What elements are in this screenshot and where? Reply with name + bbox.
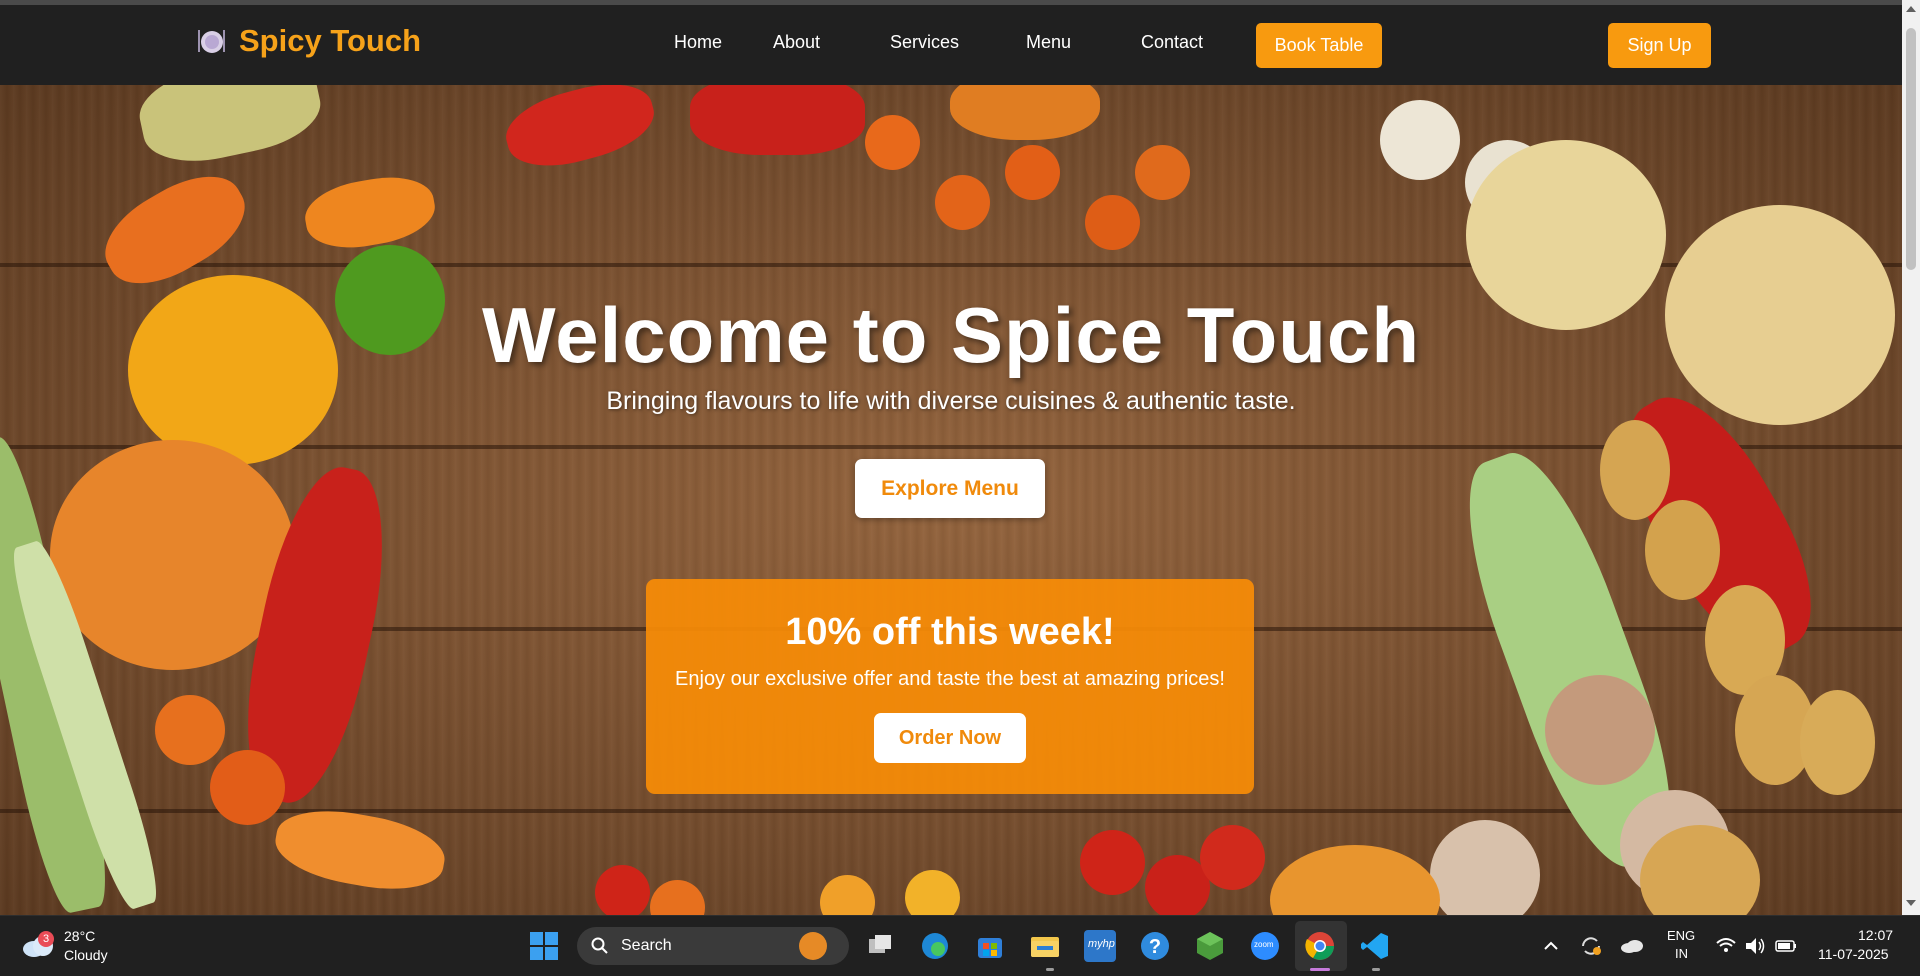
weather-condition: Cloudy — [64, 947, 108, 963]
offer-text: Enjoy our exclusive offer and taste the … — [675, 668, 1225, 690]
hero-title: Welcome to Spice Touch — [482, 291, 1420, 379]
chrome-icon[interactable] — [1304, 930, 1336, 962]
nav-about[interactable]: About — [773, 32, 820, 53]
battery-icon[interactable] — [1773, 930, 1799, 962]
weather-widget[interactable]: 3 28°C Cloudy — [22, 925, 122, 969]
help-icon[interactable]: ? — [1139, 930, 1171, 962]
windows-taskbar: 3 28°C Cloudy Search myhp ? zoom ENG IN … — [0, 915, 1920, 976]
book-table-button[interactable]: Book Table — [1256, 23, 1382, 68]
plate-icon — [195, 25, 227, 57]
language-region[interactable]: IN — [1675, 946, 1688, 961]
vscode-icon[interactable] — [1359, 930, 1391, 962]
nav-contact[interactable]: Contact — [1141, 32, 1203, 53]
sign-up-button[interactable]: Sign Up — [1608, 23, 1711, 68]
file-explorer-icon[interactable] — [1029, 930, 1061, 962]
language-code[interactable]: ENG — [1667, 928, 1695, 943]
explore-menu-button[interactable]: Explore Menu — [855, 459, 1045, 518]
show-hidden-icons-chevron-up-icon[interactable] — [1540, 930, 1562, 962]
search-label: Search — [621, 937, 672, 954]
windows-start-icon[interactable] — [528, 930, 560, 962]
clock-date[interactable]: 11-07-2025 — [1818, 946, 1889, 962]
chrome-active-indicator — [1310, 968, 1330, 971]
edge-icon[interactable] — [919, 930, 951, 962]
zoom-icon[interactable]: zoom — [1249, 930, 1281, 962]
task-view-icon[interactable] — [864, 930, 896, 962]
weather-temp: 28°C — [64, 928, 96, 944]
nav-menu[interactable]: Menu — [1026, 32, 1071, 53]
myhp-icon[interactable]: myhp — [1084, 930, 1116, 962]
search-icon — [591, 937, 608, 954]
page-scrollbar[interactable] — [1902, 0, 1920, 915]
scroll-down-icon[interactable] — [1906, 900, 1916, 906]
hero-subtitle: Bringing flavours to life with diverse c… — [606, 387, 1296, 415]
site-logo[interactable]: Spicy Touch — [195, 23, 421, 59]
svg-text:?: ? — [1149, 936, 1161, 958]
scroll-thumb[interactable] — [1906, 28, 1916, 270]
weather-badge: 3 — [38, 931, 54, 947]
search-highlight-icon — [799, 932, 827, 960]
nav-home[interactable]: Home — [674, 32, 722, 53]
explorer-open-indicator — [1046, 968, 1054, 971]
volume-icon[interactable] — [1743, 930, 1767, 962]
site-navbar: Spicy Touch Home About Services Menu Con… — [0, 0, 1902, 85]
store-icon[interactable] — [974, 930, 1006, 962]
cube-app-icon[interactable] — [1194, 930, 1226, 962]
hero-section: Welcome to Spice Touch Bringing flavours… — [0, 85, 1902, 915]
taskbar-search[interactable]: Search — [577, 927, 849, 965]
wifi-icon[interactable] — [1714, 930, 1738, 962]
sync-icon[interactable] — [1578, 930, 1604, 962]
offer-card: 10% off this week! Enjoy our exclusive o… — [646, 579, 1254, 794]
nav-services[interactable]: Services — [890, 32, 959, 53]
onedrive-cloud-icon[interactable] — [1618, 930, 1646, 962]
clock-time[interactable]: 12:07 — [1858, 927, 1893, 943]
vscode-open-indicator — [1372, 968, 1380, 971]
brand-name: Spicy Touch — [239, 23, 422, 58]
offer-title: 10% off this week! — [785, 611, 1115, 653]
order-now-button[interactable]: Order Now — [874, 713, 1026, 763]
scroll-up-icon[interactable] — [1906, 6, 1916, 12]
